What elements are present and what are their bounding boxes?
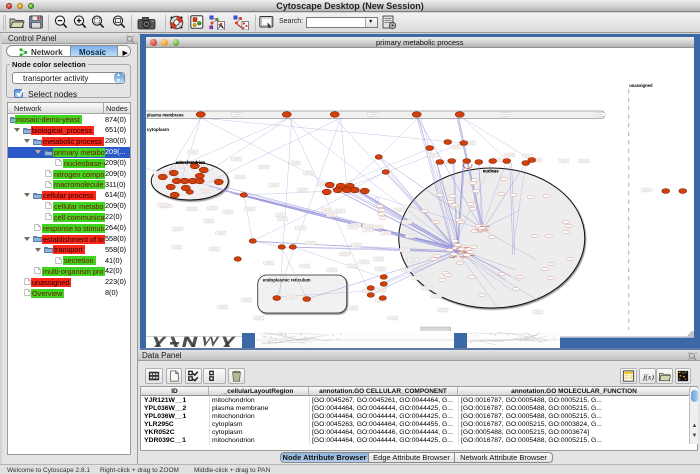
svg-text:nucleus: nucleus xyxy=(482,169,498,174)
svg-text:cytoplasm: cytoplasm xyxy=(146,127,168,132)
svg-text:plasma membrane: plasma membrane xyxy=(146,113,183,118)
svg-text:f(x): f(x) xyxy=(643,372,654,381)
svg-text:mitochondrion: mitochondrion xyxy=(175,160,205,165)
svg-text:unassigned: unassigned xyxy=(629,83,653,88)
svg-text:endoplasmic reticulum: endoplasmic reticulum xyxy=(262,278,310,283)
